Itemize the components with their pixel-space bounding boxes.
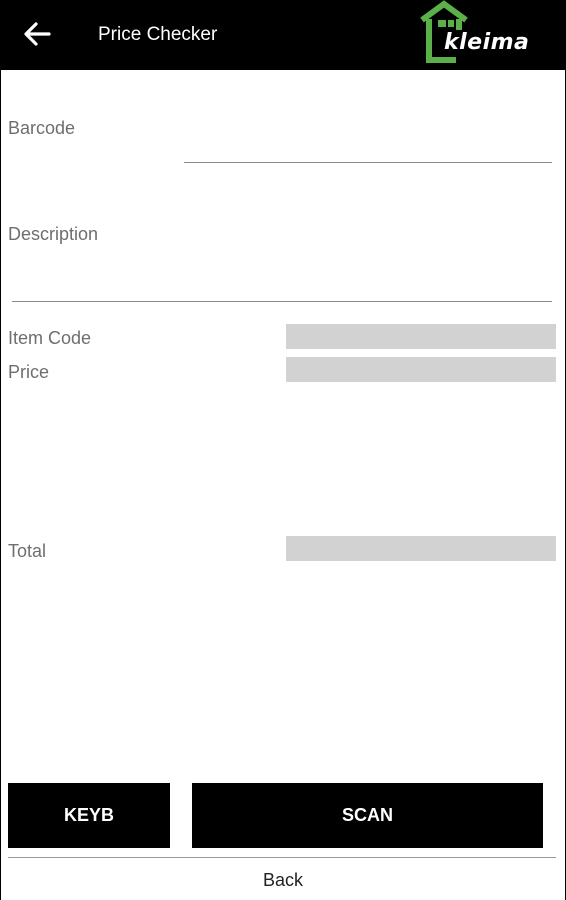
back-button[interactable]: Back [0,868,566,892]
footer-divider [8,857,556,858]
app-header: Price Checker kleima [0,0,566,70]
page-title: Price Checker [98,24,218,45]
item-code-value [286,324,556,349]
total-value [286,536,556,561]
keyboard-button[interactable]: KEYB [8,783,170,848]
description-label: Description [8,224,99,244]
price-value [286,357,556,382]
scan-button[interactable]: SCAN [192,783,543,848]
total-label: Total [8,541,47,561]
back-arrow-icon[interactable] [22,20,52,48]
brand-logo-text: kleima [444,30,530,55]
barcode-input[interactable] [184,162,552,163]
app-frame [0,0,566,900]
item-code-label: Item Code [8,328,92,348]
barcode-label: Barcode [8,118,76,138]
description-field [12,301,552,302]
price-label: Price [8,362,50,382]
